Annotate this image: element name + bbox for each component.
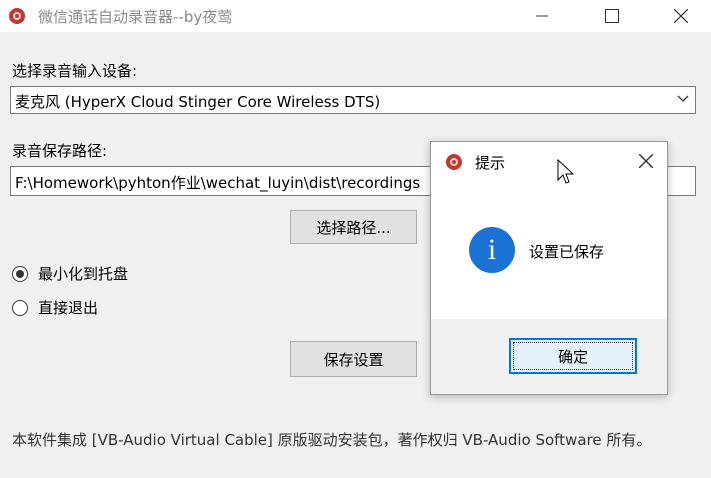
app-logo-icon [9, 8, 25, 24]
browse-path-button[interactable]: 选择路径... [290, 210, 417, 244]
chevron-down-icon [677, 95, 689, 102]
info-dialog: 提示 i 设置已保存 确定 [430, 141, 668, 395]
dialog-message: 设置已保存 [529, 243, 605, 261]
device-selected-value: 麦克风 (HyperX Cloud Stinger Core Wireless … [15, 93, 381, 111]
path-label: 录音保存路径: [12, 142, 108, 160]
save-settings-button[interactable]: 保存设置 [290, 341, 417, 377]
title-bar: 微信通话自动录音器--by夜莺 [0, 0, 711, 32]
close-button[interactable] [658, 0, 704, 32]
maximize-button[interactable] [589, 0, 635, 32]
info-icon: i [469, 227, 515, 273]
ok-button-label: 确定 [557, 347, 588, 366]
dialog-body [431, 142, 667, 319]
option-minimize-to-tray[interactable]: 最小化到托盘 [12, 263, 128, 284]
radio-exit-directly[interactable] [12, 299, 28, 316]
ok-button[interactable]: 确定 [509, 338, 637, 374]
copyright-notice: 本软件集成 [VB-Audio Virtual Cable] 原版驱动安装包，著… [12, 431, 652, 449]
window-title: 微信通话自动录音器--by夜莺 [38, 8, 233, 26]
maximize-icon [605, 9, 619, 23]
minimize-button[interactable] [519, 0, 565, 32]
path-value: F:\Homework\pyhton作业\wechat_luyin\dist\r… [15, 174, 421, 192]
option-label: 直接退出 [38, 299, 99, 317]
option-label: 最小化到托盘 [38, 265, 129, 283]
mouse-pointer-icon [557, 159, 575, 184]
dialog-title: 提示 [475, 154, 506, 172]
radio-minimize-to-tray[interactable] [12, 265, 28, 282]
device-select[interactable]: 麦克风 (HyperX Cloud Stinger Core Wireless … [10, 86, 696, 114]
dialog-close-button[interactable] [633, 148, 659, 174]
close-icon [639, 154, 653, 168]
minimize-icon [536, 15, 548, 17]
app-logo-icon [446, 154, 462, 170]
close-icon [674, 9, 688, 23]
device-label: 选择录音输入设备: [12, 62, 138, 80]
option-exit-directly[interactable]: 直接退出 [12, 297, 98, 318]
